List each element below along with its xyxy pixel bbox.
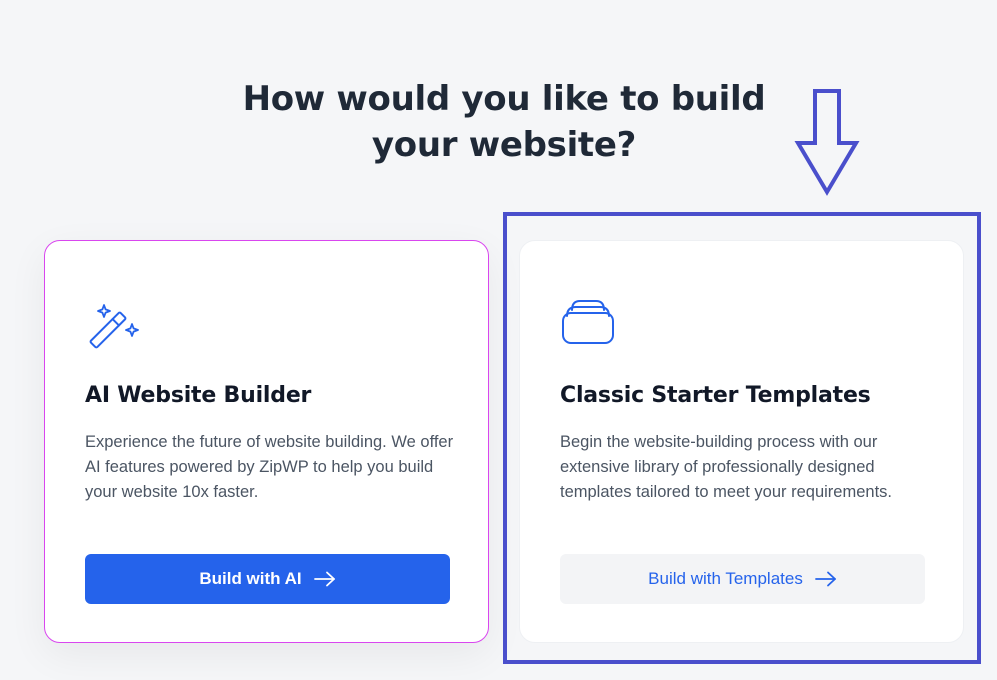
ai-website-builder-card[interactable]: AI Website Builder Experience the future… — [44, 240, 489, 643]
annotation-highlight-box — [503, 212, 981, 664]
down-arrow-icon — [794, 89, 860, 196]
build-with-ai-button[interactable]: Build with AI — [85, 554, 450, 604]
ai-website-builder-title: AI Website Builder — [85, 383, 312, 408]
magic-wand-icon — [89, 304, 139, 349]
ai-website-builder-description: Experience the future of website buildin… — [85, 433, 454, 501]
arrow-right-icon — [313, 571, 335, 587]
build-with-ai-label: Build with AI — [199, 569, 302, 588]
